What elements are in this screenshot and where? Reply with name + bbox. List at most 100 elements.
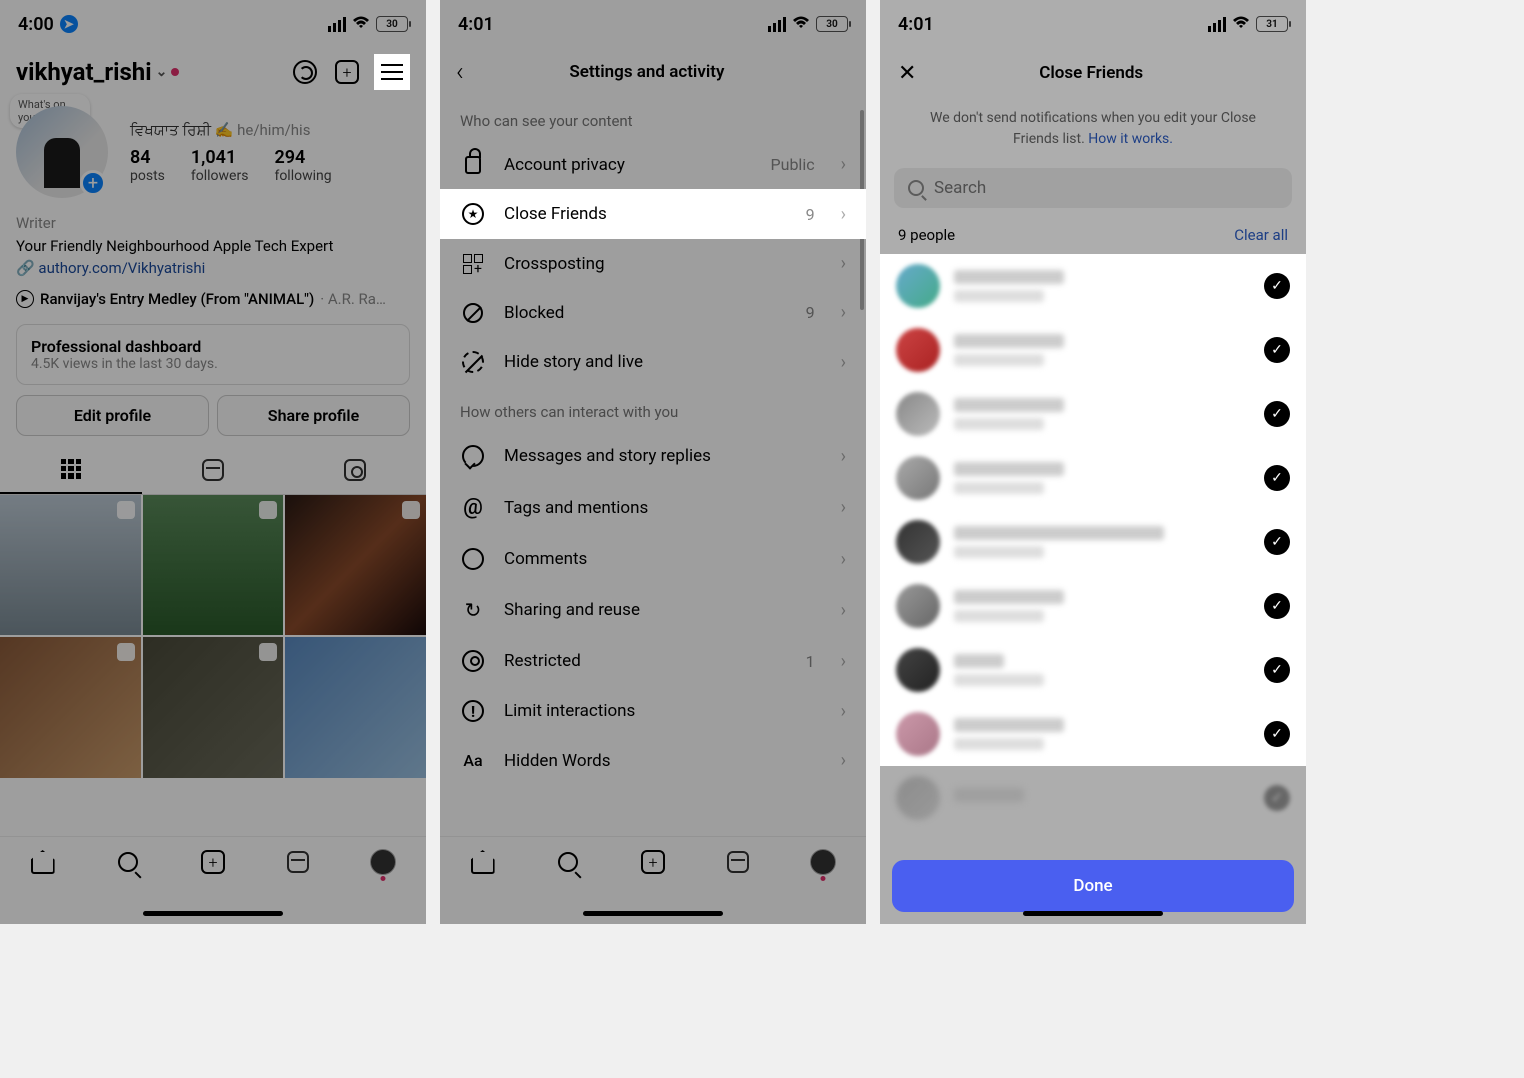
row-hidden-words[interactable]: Aa Hidden Words › bbox=[440, 736, 866, 785]
tab-grid[interactable] bbox=[0, 446, 142, 494]
phone-profile: 4:00 ➤ 30 vikhyat_rishi ⌄ + What's on yo… bbox=[0, 0, 426, 924]
tab-create[interactable]: + bbox=[640, 849, 666, 875]
avatar-container[interactable]: What's on your playli… + bbox=[16, 106, 108, 198]
clear-all-button[interactable]: Clear all bbox=[1234, 226, 1288, 244]
row-crossposting[interactable]: + Crossposting › bbox=[440, 239, 866, 288]
friend-avatar bbox=[896, 392, 940, 436]
bio: Writer Your Friendly Neighbourhood Apple… bbox=[0, 208, 426, 284]
plus-square-icon: + bbox=[335, 60, 359, 84]
done-button[interactable]: Done bbox=[892, 860, 1294, 912]
row-sharing[interactable]: ↻ Sharing and reuse › bbox=[440, 584, 866, 636]
add-story-icon[interactable]: + bbox=[80, 170, 106, 196]
home-indicator bbox=[583, 911, 723, 916]
search-icon bbox=[118, 852, 138, 872]
row-comments[interactable]: Comments › bbox=[440, 534, 866, 584]
friend-row[interactable]: ✓ bbox=[880, 766, 1306, 830]
reel-badge-icon bbox=[117, 643, 135, 661]
friend-avatar bbox=[896, 776, 940, 820]
check-icon[interactable]: ✓ bbox=[1264, 273, 1290, 299]
post-thumbnail[interactable] bbox=[0, 495, 141, 636]
profile-music[interactable]: ▶ Ranvijay's Entry Medley (From "ANIMAL"… bbox=[0, 284, 426, 314]
post-thumbnail[interactable] bbox=[0, 637, 141, 778]
friend-username bbox=[954, 674, 1044, 686]
create-button[interactable]: + bbox=[332, 57, 362, 87]
star-circle-icon: ★ bbox=[462, 203, 484, 225]
chevron-right-icon: › bbox=[841, 497, 846, 518]
share-profile-button[interactable]: Share profile bbox=[217, 395, 410, 436]
stat-posts[interactable]: 84 posts bbox=[130, 147, 165, 184]
professional-dashboard[interactable]: Professional dashboard 4.5K views in the… bbox=[16, 324, 410, 385]
check-icon[interactable]: ✓ bbox=[1264, 529, 1290, 555]
check-icon[interactable]: ✓ bbox=[1264, 401, 1290, 427]
page-title: Settings and activity bbox=[464, 62, 830, 82]
check-icon[interactable]: ✓ bbox=[1264, 465, 1290, 491]
tab-search[interactable] bbox=[115, 849, 141, 875]
row-blocked[interactable]: Blocked 9 › bbox=[440, 288, 866, 337]
row-account-privacy[interactable]: Account privacy Public › bbox=[440, 140, 866, 189]
chevron-down-icon: ⌄ bbox=[156, 64, 168, 80]
tab-home[interactable] bbox=[30, 849, 56, 875]
friend-name bbox=[954, 462, 1064, 476]
username-dropdown[interactable]: vikhyat_rishi ⌄ bbox=[16, 58, 179, 86]
stat-followers[interactable]: 1,041 followers bbox=[191, 147, 249, 184]
bio-link[interactable]: authory.com/Vikhyatrishi bbox=[38, 259, 205, 277]
chevron-right-icon: › bbox=[841, 352, 846, 373]
friend-name bbox=[954, 526, 1164, 540]
edit-profile-button[interactable]: Edit profile bbox=[16, 395, 209, 436]
plus-square-icon: + bbox=[641, 850, 665, 874]
row-hide-story[interactable]: Hide story and live › bbox=[440, 337, 866, 387]
friend-row[interactable]: ✓ bbox=[880, 318, 1306, 382]
check-icon[interactable]: ✓ bbox=[1264, 337, 1290, 363]
friend-row[interactable]: ✓ bbox=[880, 510, 1306, 574]
tab-reels[interactable] bbox=[285, 849, 311, 875]
friend-avatar bbox=[896, 520, 940, 564]
tab-search[interactable] bbox=[555, 849, 581, 875]
friend-row[interactable]: ✓ bbox=[880, 574, 1306, 638]
post-thumbnail[interactable] bbox=[285, 637, 426, 778]
tab-profile[interactable] bbox=[370, 849, 396, 875]
status-bar: 4:00 ➤ 30 bbox=[0, 0, 426, 48]
stat-following[interactable]: 294 following bbox=[274, 147, 331, 184]
friend-row[interactable]: ✓ bbox=[880, 702, 1306, 766]
dashboard-sub: 4.5K views in the last 30 days. bbox=[31, 356, 395, 372]
friend-name bbox=[954, 788, 1024, 802]
hamburger-icon bbox=[381, 64, 403, 80]
friend-row[interactable]: ✓ bbox=[880, 446, 1306, 510]
friend-username bbox=[954, 546, 1044, 558]
tab-home[interactable] bbox=[470, 849, 496, 875]
post-thumbnail[interactable] bbox=[143, 495, 284, 636]
threads-button[interactable] bbox=[290, 57, 320, 87]
row-restricted[interactable]: Restricted 1 › bbox=[440, 636, 866, 686]
tab-reels[interactable] bbox=[142, 446, 284, 494]
messages-icon bbox=[462, 445, 484, 467]
friend-row[interactable]: ✓ bbox=[880, 254, 1306, 318]
home-indicator bbox=[143, 911, 283, 916]
check-icon[interactable]: ✓ bbox=[1264, 785, 1290, 811]
row-limit[interactable]: ! Limit interactions › bbox=[440, 686, 866, 736]
post-thumbnail[interactable] bbox=[285, 495, 426, 636]
friend-row[interactable]: ✓ bbox=[880, 382, 1306, 446]
tab-reels[interactable] bbox=[725, 849, 751, 875]
chevron-right-icon: › bbox=[841, 750, 846, 771]
menu-button[interactable] bbox=[374, 54, 410, 90]
notification-dot-icon bbox=[171, 68, 179, 76]
row-tags[interactable]: @ Tags and mentions › bbox=[440, 481, 866, 534]
friend-row[interactable]: ✓ bbox=[880, 638, 1306, 702]
row-close-friends[interactable]: ★ Close Friends 9 › bbox=[440, 189, 866, 239]
tab-create[interactable]: + bbox=[200, 849, 226, 875]
username-text: vikhyat_rishi bbox=[16, 58, 152, 86]
search-input[interactable] bbox=[934, 178, 1278, 198]
search-box[interactable] bbox=[894, 168, 1292, 208]
status-time: 4:00 bbox=[18, 14, 54, 35]
page-title: Close Friends bbox=[894, 63, 1288, 83]
how-it-works-link[interactable]: How it works. bbox=[1088, 131, 1173, 147]
check-icon[interactable]: ✓ bbox=[1264, 721, 1290, 747]
check-icon[interactable]: ✓ bbox=[1264, 593, 1290, 619]
tab-profile[interactable] bbox=[810, 849, 836, 875]
back-button[interactable]: ‹ bbox=[456, 57, 464, 87]
row-messages[interactable]: Messages and story replies › bbox=[440, 431, 866, 481]
check-icon[interactable]: ✓ bbox=[1264, 657, 1290, 683]
tab-tagged[interactable] bbox=[284, 446, 426, 494]
post-thumbnail[interactable] bbox=[143, 637, 284, 778]
search-icon bbox=[558, 852, 578, 872]
